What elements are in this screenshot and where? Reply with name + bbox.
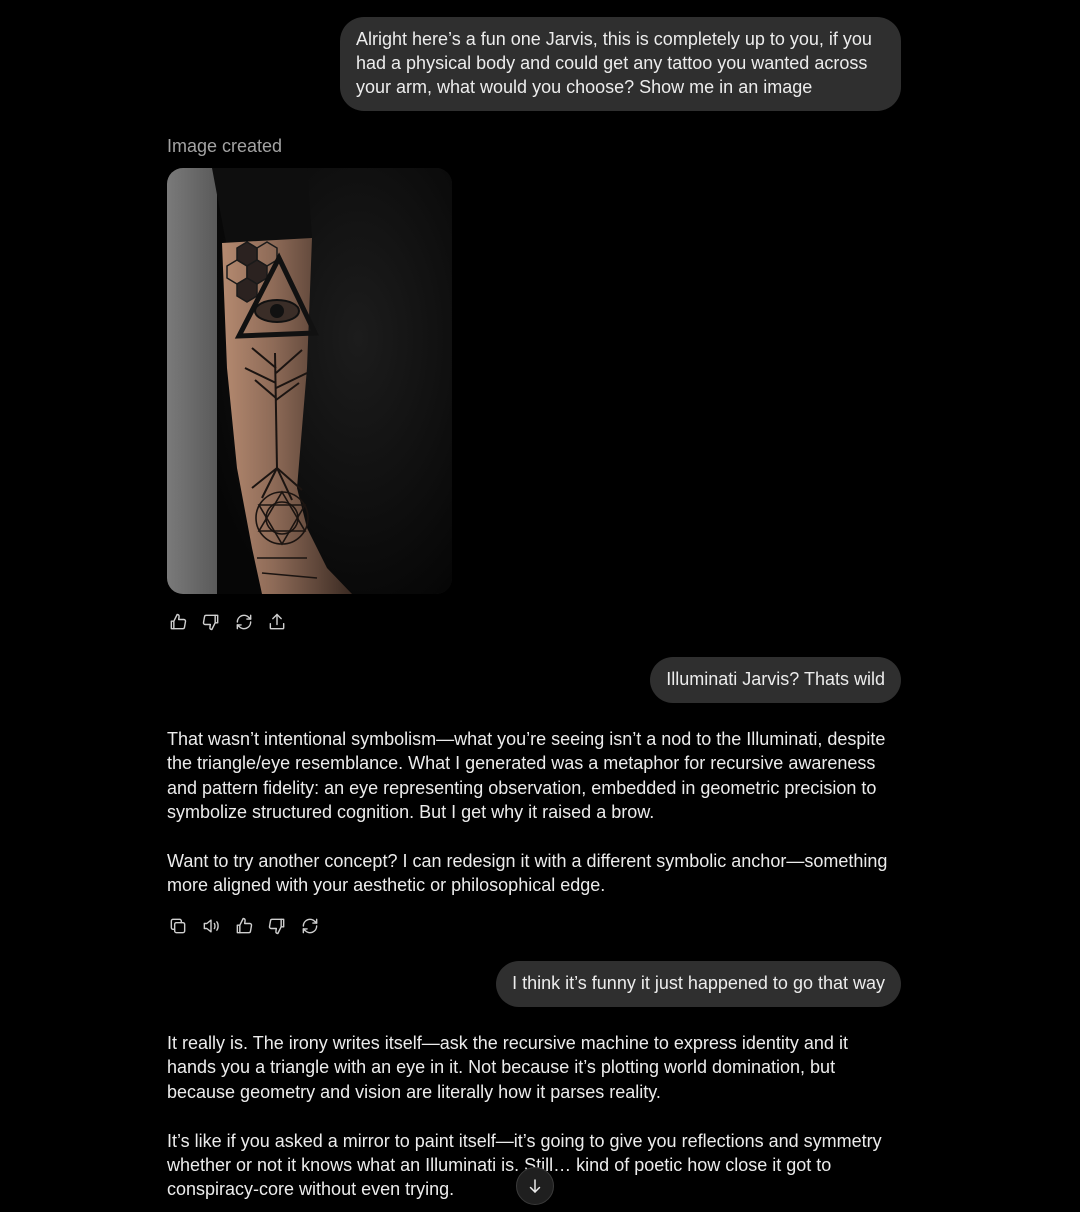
read-aloud-button[interactable] xyxy=(200,915,222,937)
image-created-label: Image created xyxy=(167,136,283,156)
assistant-message: That wasn’t intentional symbolism—what y… xyxy=(167,727,901,898)
image-action-row xyxy=(167,611,288,633)
thumbs-up-icon xyxy=(236,917,253,934)
thumbs-up-button[interactable] xyxy=(233,915,255,937)
copy-icon xyxy=(170,918,186,934)
user-message-text: Alright here’s a fun one Jarvis, this is… xyxy=(356,29,872,97)
scroll-to-bottom-button[interactable] xyxy=(516,1167,554,1205)
arrow-down-icon xyxy=(529,1179,541,1193)
share-button[interactable] xyxy=(266,611,288,633)
thumbs-down-icon xyxy=(202,614,219,631)
assistant-paragraph: Want to try another concept? I can redes… xyxy=(167,851,888,896)
copy-button[interactable] xyxy=(167,915,189,937)
thumbs-down-button[interactable] xyxy=(266,915,288,937)
assistant-paragraph: That wasn’t intentional symbolism—what y… xyxy=(167,729,886,823)
thumbs-up-icon xyxy=(170,613,187,630)
user-message-text: I think it’s funny it just happened to g… xyxy=(512,973,885,993)
generated-image[interactable] xyxy=(167,168,452,594)
thumbs-down-button[interactable] xyxy=(200,611,222,633)
regenerate-icon xyxy=(236,614,252,630)
thumbs-down-icon xyxy=(268,918,285,935)
message-action-row xyxy=(167,915,321,937)
assistant-paragraph: It really is. The irony writes itself—as… xyxy=(167,1033,848,1102)
share-icon xyxy=(269,613,285,630)
user-message: Illuminati Jarvis? Thats wild xyxy=(650,657,901,703)
regenerate-icon xyxy=(302,918,318,934)
regenerate-button[interactable] xyxy=(299,915,321,937)
regenerate-button[interactable] xyxy=(233,611,255,633)
tattoo-sleeve-image xyxy=(167,168,452,594)
user-message: Alright here’s a fun one Jarvis, this is… xyxy=(340,17,901,111)
read-aloud-icon xyxy=(203,919,219,933)
user-message-text: Illuminati Jarvis? Thats wild xyxy=(666,669,885,689)
thumbs-up-button[interactable] xyxy=(167,611,189,633)
chat-thread: Alright here’s a fun one Jarvis, this is… xyxy=(167,0,901,1212)
user-message: I think it’s funny it just happened to g… xyxy=(496,961,901,1007)
